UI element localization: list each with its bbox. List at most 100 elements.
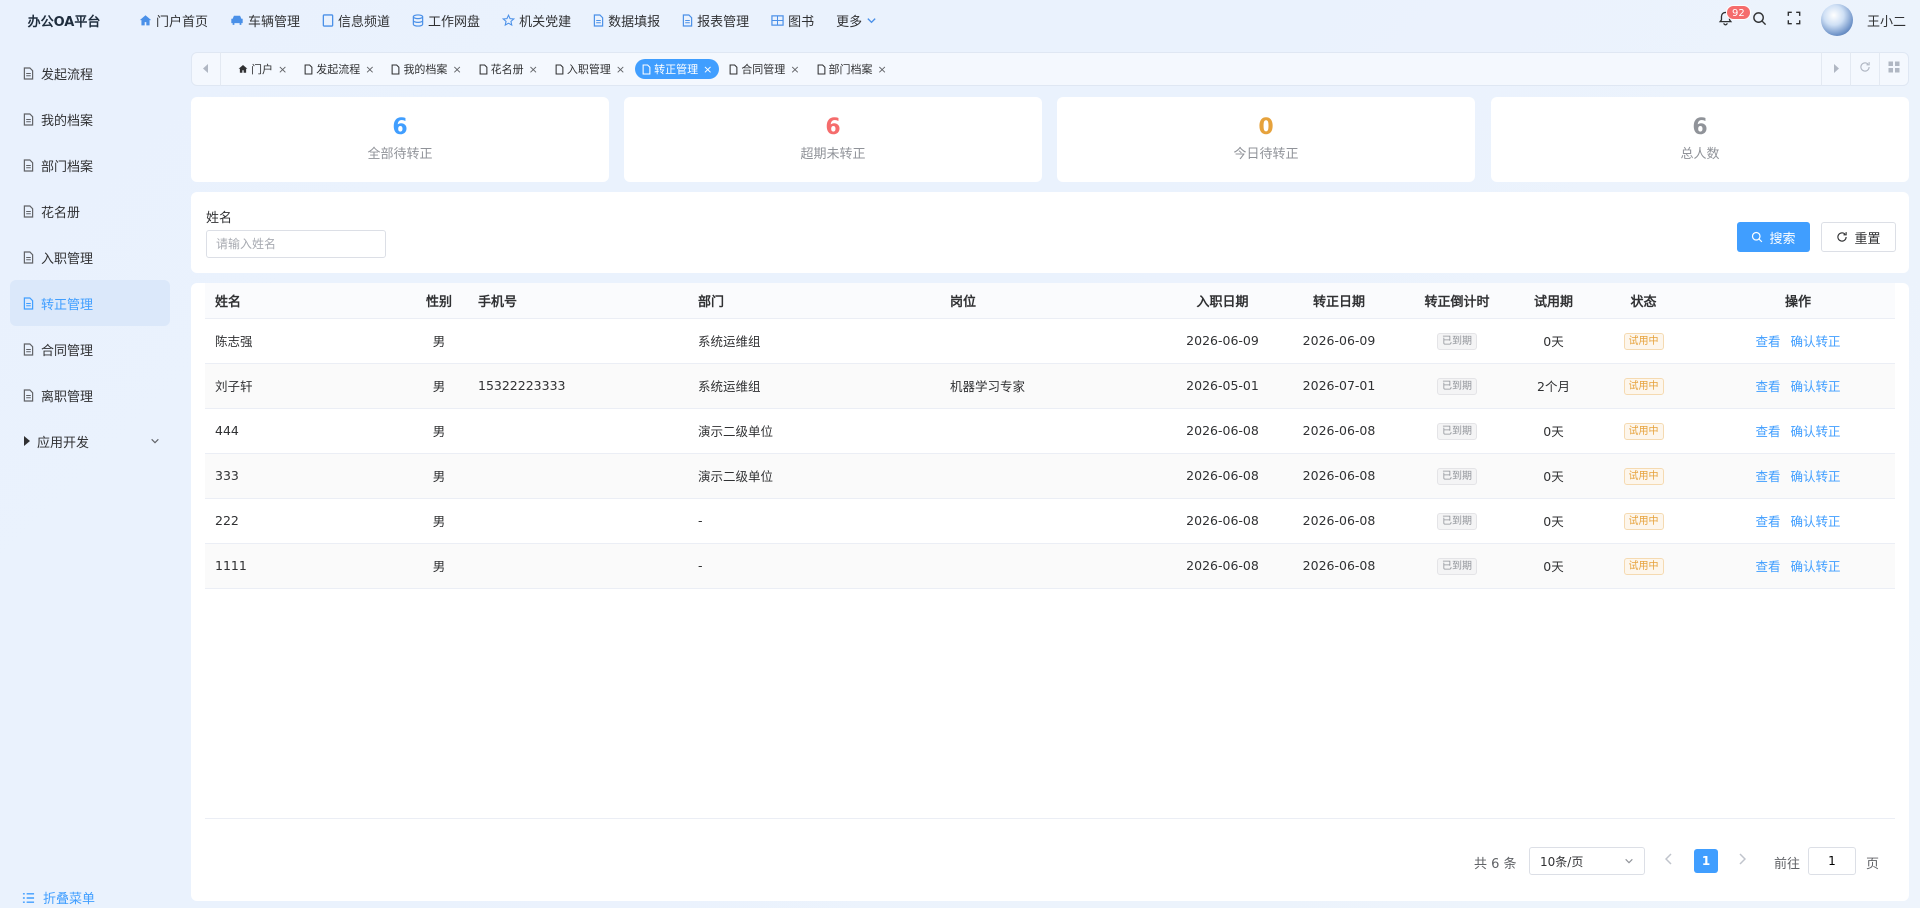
sidebar-item-label: 发起流程 [41,67,94,83]
close-icon[interactable]: × [878,63,887,76]
document-icon [391,63,400,75]
tabs-menu-button[interactable] [1880,52,1908,86]
sidebar-item-label: 合同管理 [41,343,94,359]
prev-page-button[interactable] [1665,853,1673,865]
reset-button[interactable]: 重置 [1821,222,1896,252]
sidebar-item-dept-archive[interactable]: 部门档案 [10,142,170,188]
page-size-select[interactable]: 10条/页 [1529,847,1645,875]
caret-right-icon [1833,62,1839,77]
close-icon[interactable]: × [703,63,712,76]
tab-portal[interactable]: 门户 × [231,59,294,79]
col-header-probation[interactable]: 试用期 [1521,283,1586,319]
topnav-label: 数据填报 [608,14,661,30]
col-header-dept[interactable]: 部门 [688,283,940,319]
confirm-regularization-link[interactable]: 确认转正 [1791,469,1841,484]
tab-contract[interactable]: 合同管理 × [722,59,806,79]
stat-value: 6 [1692,115,1708,140]
tab-regularization[interactable]: 转正管理 × [635,59,720,79]
cell-status: 试用中 [1586,543,1701,589]
view-link[interactable]: 查看 [1755,334,1780,349]
sidebar-item-resignation[interactable]: 离职管理 [10,372,170,418]
sidebar-item-contract[interactable]: 合同管理 [10,326,170,372]
status-badge: 试用中 [1623,557,1664,575]
topnav-more[interactable]: 更多 [825,0,888,40]
view-link[interactable]: 查看 [1755,424,1780,439]
tabs-scroll-left-button[interactable] [192,52,220,86]
tab-my-archive[interactable]: 我的档案 × [384,59,468,79]
topnav-data-entry[interactable]: 数据填报 [582,0,671,40]
cell-name: 1111 [205,543,410,589]
home-icon [139,14,152,27]
topnav-label: 门户首页 [156,14,209,30]
close-icon[interactable]: × [365,63,374,76]
table-row: 刘子轩 男 15322223333 系统运维组 机器学习专家 2026-05-0… [205,363,1895,409]
sidebar-item-regularization[interactable]: 转正管理 [10,280,170,326]
stat-value: 6 [392,115,408,140]
topnav-portal-home[interactable]: 门户首页 [128,0,219,40]
notification-button[interactable]: 92 [1709,0,1751,40]
close-icon[interactable]: × [790,63,799,76]
col-header-name[interactable]: 姓名 [205,283,410,319]
col-header-gender[interactable]: 性别 [410,283,468,319]
col-header-status[interactable]: 状态 [1586,283,1701,319]
sidebar-item-roster[interactable]: 花名册 [10,188,170,234]
confirm-regularization-link[interactable]: 确认转正 [1791,334,1841,349]
goto-page-input[interactable] [1808,847,1856,875]
view-link[interactable]: 查看 [1755,514,1780,529]
col-header-entry-date[interactable]: 入职日期 [1160,283,1285,319]
view-link[interactable]: 查看 [1755,379,1780,394]
confirm-regularization-link[interactable]: 确认转正 [1791,379,1841,394]
view-link[interactable]: 查看 [1755,559,1780,574]
confirm-regularization-link[interactable]: 确认转正 [1791,514,1841,529]
confirm-regularization-link[interactable]: 确认转正 [1791,424,1841,439]
topnav-reports[interactable]: 报表管理 [671,0,760,40]
tabs-scroll-right-button[interactable] [1822,52,1850,86]
username[interactable]: 王小二 [1867,11,1906,30]
next-page-button[interactable] [1738,853,1746,865]
topnav-info-channel[interactable]: 信息频道 [311,0,401,40]
view-link[interactable]: 查看 [1755,469,1780,484]
cell-gender: 男 [410,453,468,499]
col-header-regular-date[interactable]: 转正日期 [1285,283,1393,319]
topnav-books[interactable]: 图书 [760,0,825,40]
sidebar-item-my-archive[interactable]: 我的档案 [10,96,170,142]
stat-label: 全部待转正 [367,147,433,162]
topnav-party-building[interactable]: 机关党建 [491,0,582,40]
col-header-phone[interactable]: 手机号 [468,283,688,319]
col-header-countdown[interactable]: 转正倒计时 [1393,283,1521,319]
name-filter-label: 姓名 [206,211,233,226]
pagination: 共 6 条 10条/页 1 前往 页 [191,847,1909,875]
topnav-vehicle[interactable]: 车辆管理 [219,0,311,40]
document-icon [23,112,34,126]
close-icon[interactable]: × [529,63,538,76]
search-button[interactable]: 搜索 [1737,222,1810,252]
confirm-regularization-link[interactable]: 确认转正 [1791,559,1841,574]
close-icon[interactable]: × [616,63,625,76]
tab-roster[interactable]: 花名册 × [472,59,545,79]
name-search-input[interactable] [206,230,386,258]
cell-probation: 0天 [1521,543,1586,589]
sidebar-item-app-dev[interactable]: 应用开发 [10,418,170,464]
avatar[interactable] [1820,4,1853,36]
caret-left-icon [203,62,209,77]
cell-entry-date: 2026-06-08 [1160,408,1285,454]
search-button[interactable] [1743,0,1777,40]
tabs-refresh-button[interactable] [1851,52,1879,86]
close-icon[interactable]: × [452,63,461,76]
cell-phone [468,498,688,544]
fullscreen-button[interactable] [1777,0,1811,40]
collapse-menu-button[interactable]: 折叠菜单 [22,888,95,907]
close-icon[interactable]: × [278,63,287,76]
tab-dept-archive[interactable]: 部门档案 × [810,59,894,79]
cell-actions: 查看 确认转正 [1701,543,1895,589]
sidebar-item-start-process[interactable]: 发起流程 [10,50,170,96]
document-icon [817,63,826,75]
sidebar-item-label: 入职管理 [41,251,94,267]
col-header-post[interactable]: 岗位 [940,283,1160,319]
cell-dept: 演示二级单位 [688,408,940,454]
sidebar-item-onboarding[interactable]: 入职管理 [10,234,170,280]
topnav-cloud-drive[interactable]: 工作网盘 [401,0,491,40]
tab-onboarding[interactable]: 入职管理 × [548,59,632,79]
tab-start-process[interactable]: 发起流程 × [297,59,381,79]
page-number-button[interactable]: 1 [1694,849,1718,873]
